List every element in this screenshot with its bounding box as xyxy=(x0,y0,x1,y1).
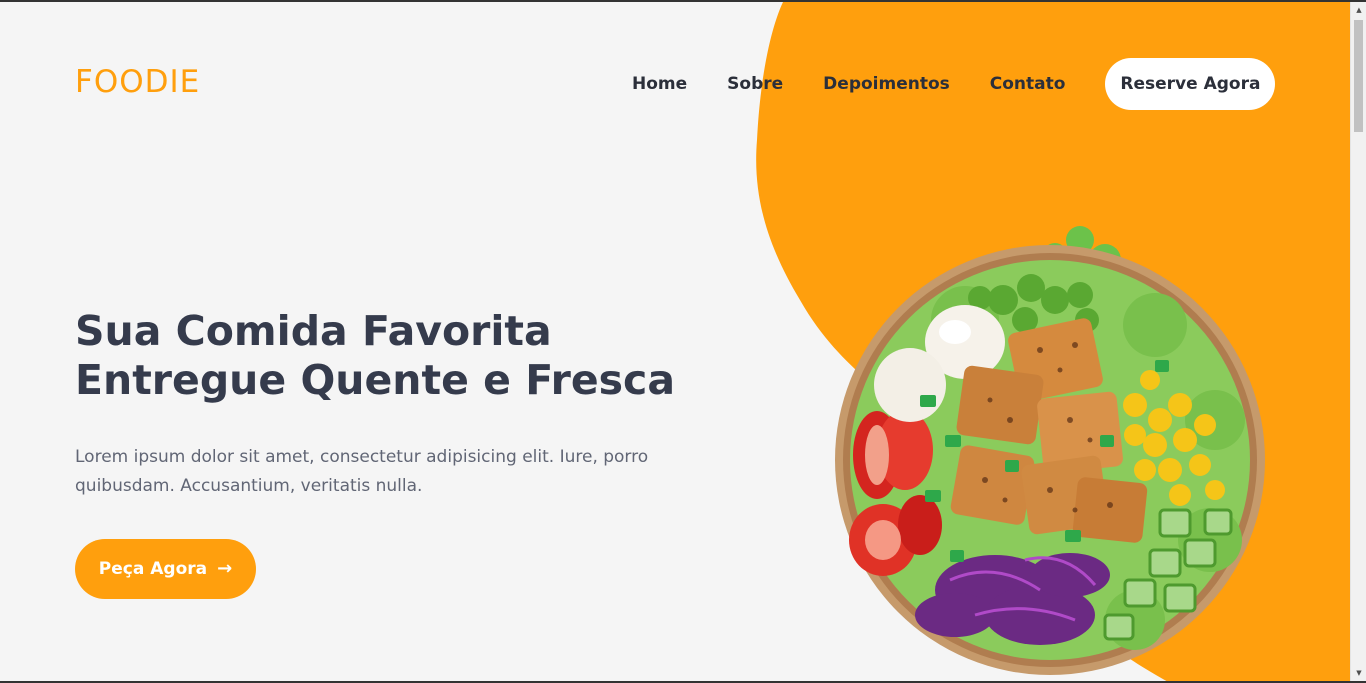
nav-link-home[interactable]: Home xyxy=(632,74,687,94)
arrow-right-icon: → xyxy=(217,558,233,579)
hero-title-line-1: Sua Comida Favorita xyxy=(75,307,552,355)
scroll-down-icon[interactable]: ▼ xyxy=(1351,665,1366,681)
order-now-button[interactable]: Peça Agora → xyxy=(75,539,256,599)
nav-link-depoimentos[interactable]: Depoimentos xyxy=(823,74,950,94)
logo[interactable]: FOODIE xyxy=(75,64,200,100)
scroll-thumb[interactable] xyxy=(1354,20,1363,132)
hero-title-line-2: Entregue Quente e Fresca xyxy=(75,356,676,404)
nav-link-contato[interactable]: Contato xyxy=(990,74,1066,94)
reserve-button[interactable]: Reserve Agora xyxy=(1105,58,1276,110)
hero-description: Lorem ipsum dolor sit amet, consectetur … xyxy=(75,447,649,496)
window-top-border xyxy=(0,0,1366,2)
scroll-up-icon[interactable]: ▲ xyxy=(1351,2,1366,18)
scrollbar[interactable]: ▲ ▼ xyxy=(1350,2,1366,681)
nav-link-sobre[interactable]: Sobre xyxy=(727,74,783,94)
main-nav: Home Sobre Depoimentos Contato Reserve A… xyxy=(600,58,1276,110)
hero-title: Sua Comida Favorita Entregue Quente e Fr… xyxy=(75,307,775,405)
order-now-label: Peça Agora xyxy=(98,559,208,579)
salad-bowl-image xyxy=(835,226,1265,675)
